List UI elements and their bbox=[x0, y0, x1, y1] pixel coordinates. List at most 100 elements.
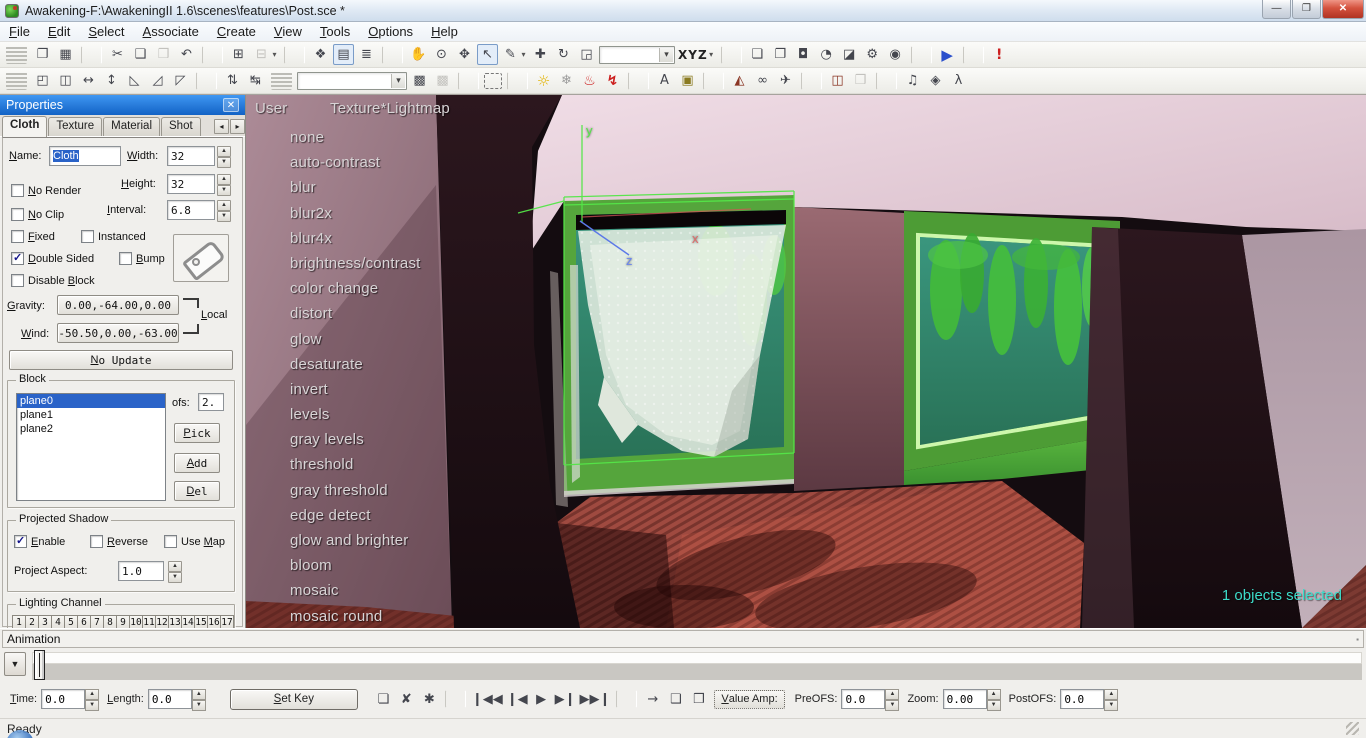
rotate-icon[interactable]: ↻ bbox=[553, 44, 574, 65]
filter-item[interactable]: glow and brighter bbox=[290, 528, 421, 553]
select-icon[interactable]: ↖ bbox=[477, 44, 498, 65]
no-render-checkbox[interactable]: No Render bbox=[11, 184, 81, 197]
timeline-thumb[interactable] bbox=[34, 650, 45, 680]
fire-icon[interactable]: ♨ bbox=[579, 70, 600, 91]
copy-key-icon[interactable]: ❑ bbox=[665, 689, 686, 710]
go-last-icon[interactable]: ▶▶❙ bbox=[578, 689, 611, 710]
preofs-input[interactable] bbox=[841, 689, 885, 709]
resize-grip[interactable] bbox=[1346, 722, 1359, 735]
disable-block-checkbox[interactable]: Disable Block bbox=[11, 274, 95, 287]
filter-item[interactable]: blur2x bbox=[290, 201, 421, 226]
link-nodes-icon[interactable]: ❖ bbox=[310, 44, 331, 65]
tile-icon[interactable]: ◈ bbox=[925, 70, 946, 91]
orbit-icon[interactable]: ✥ bbox=[454, 44, 475, 65]
block-list-item[interactable]: plane2 bbox=[17, 422, 165, 436]
postofs-spinner[interactable]: ▲▼ bbox=[1104, 689, 1118, 709]
axis-mode-label[interactable]: XYZ bbox=[677, 44, 709, 65]
height-spinner[interactable]: ▲▼ bbox=[217, 174, 231, 194]
block-list-item[interactable]: plane1 bbox=[17, 408, 165, 422]
pan-icon[interactable]: ✋ bbox=[408, 44, 429, 65]
instanced-checkbox[interactable]: Instanced bbox=[81, 230, 146, 243]
filter-item[interactable]: color change bbox=[290, 276, 421, 301]
new-key-icon[interactable]: ❏ bbox=[373, 689, 394, 710]
postofs-input[interactable] bbox=[1060, 689, 1104, 709]
no-update-button[interactable]: No Update bbox=[9, 350, 233, 370]
filter-item[interactable]: brightness/contrast bbox=[290, 251, 421, 276]
fixed-checkbox[interactable]: Fixed bbox=[11, 230, 55, 243]
filter-item[interactable]: mosaic round bbox=[290, 604, 421, 628]
filter-item[interactable]: desaturate bbox=[290, 352, 421, 377]
menu-create[interactable]: Create bbox=[208, 22, 265, 41]
goto-icon[interactable]: → bbox=[642, 689, 663, 710]
marquee-icon[interactable]: ▢ bbox=[484, 73, 502, 89]
corner-br-icon[interactable]: ◿ bbox=[147, 70, 168, 91]
menu-select[interactable]: Select bbox=[79, 22, 133, 41]
panel-close-icon[interactable]: ✕ bbox=[223, 98, 239, 112]
axis-caret-icon[interactable]: ▾ bbox=[707, 44, 716, 65]
set-key-button[interactable]: Set Key bbox=[230, 689, 358, 710]
track-dropdown-button[interactable]: ▼ bbox=[4, 652, 26, 676]
block-list[interactable]: plane0plane1plane2 bbox=[16, 393, 166, 501]
filter-item[interactable]: gray threshold bbox=[290, 478, 421, 503]
draw-icon[interactable]: ✎ bbox=[500, 44, 521, 65]
alert-icon[interactable]: ! bbox=[989, 44, 1010, 65]
image-icon[interactable]: ▣ bbox=[677, 70, 698, 91]
image-gray-icon[interactable]: ▩ bbox=[432, 70, 453, 91]
viewport-3d[interactable]: User Texture*Lightmap noneauto-contrastb… bbox=[246, 95, 1366, 628]
spark-icon[interactable]: ↯ bbox=[602, 70, 623, 91]
close-button[interactable]: ✕ bbox=[1322, 0, 1364, 19]
pick-button[interactable]: Pick bbox=[174, 423, 220, 443]
overlay-header-mode[interactable]: Texture*Lightmap bbox=[330, 100, 450, 117]
menu-help[interactable]: Help bbox=[422, 22, 467, 41]
tab-texture[interactable]: Texture bbox=[48, 117, 102, 136]
axis-swap-icon[interactable]: ↹ bbox=[245, 70, 266, 91]
menu-view[interactable]: View bbox=[265, 22, 311, 41]
filter-item[interactable]: gray levels bbox=[290, 427, 421, 452]
time-input[interactable] bbox=[41, 689, 85, 709]
undo-icon[interactable]: ↶ bbox=[176, 44, 197, 65]
export-caret-icon[interactable]: ▾ bbox=[270, 44, 279, 65]
zoom-input[interactable] bbox=[943, 689, 987, 709]
go-first-icon[interactable]: ❙◀◀ bbox=[471, 689, 504, 710]
tab-scroll-left-icon[interactable]: ◂ bbox=[214, 119, 229, 134]
import-icon[interactable]: ⊞ bbox=[228, 44, 249, 65]
cut-icon[interactable]: ✂ bbox=[107, 44, 128, 65]
play-anim-icon[interactable]: ▶ bbox=[531, 689, 552, 710]
wind-value-button[interactable]: -50.50,0.00,-63.00 bbox=[57, 323, 179, 343]
panel-pin-icon[interactable]: ▪ bbox=[1356, 635, 1359, 644]
interval-input[interactable] bbox=[167, 200, 215, 220]
record-icon[interactable]: ◪ bbox=[839, 44, 860, 65]
tab-shot[interactable]: Shot bbox=[161, 117, 201, 136]
move-icon[interactable]: ✚ bbox=[530, 44, 551, 65]
refresh-keys-icon[interactable]: ✱ bbox=[419, 689, 440, 710]
filter-item[interactable]: auto-contrast bbox=[290, 150, 421, 175]
draw-caret-icon[interactable]: ▾ bbox=[519, 44, 528, 65]
add-button[interactable]: Add bbox=[174, 453, 220, 473]
open-icon[interactable]: ❐ bbox=[32, 44, 53, 65]
prev-frame-icon[interactable]: ❙◀ bbox=[506, 689, 529, 710]
render-gear-icon[interactable]: ◉ bbox=[885, 44, 906, 65]
overlay-header-user[interactable]: User bbox=[255, 100, 287, 117]
value-amp-button[interactable]: Value Amp: bbox=[714, 690, 784, 709]
reverse-checkbox[interactable]: Reverse bbox=[90, 535, 148, 548]
object-list-icon[interactable]: ≣ bbox=[356, 44, 377, 65]
del-button[interactable]: Del bbox=[174, 481, 220, 501]
width-spinner[interactable]: ▲▼ bbox=[217, 146, 231, 166]
filter-item[interactable]: distort bbox=[290, 301, 421, 326]
rotate-snap-icon[interactable]: ◔ bbox=[816, 44, 837, 65]
delete-key-icon[interactable]: ✘ bbox=[396, 689, 417, 710]
ofs-input[interactable] bbox=[198, 393, 224, 411]
font-icon[interactable]: A bbox=[654, 70, 675, 91]
tab-scroll-right-icon[interactable]: ▸ bbox=[230, 119, 245, 134]
zoom-spinner[interactable]: ▲▼ bbox=[987, 689, 1001, 709]
prefab-icon[interactable]: ❒ bbox=[850, 70, 871, 91]
texture-combobox[interactable] bbox=[297, 72, 407, 90]
filter-item[interactable]: blur bbox=[290, 175, 421, 200]
filter-item[interactable]: none bbox=[290, 125, 421, 150]
filter-item[interactable]: levels bbox=[290, 402, 421, 427]
corner-bl-icon[interactable]: ◺ bbox=[124, 70, 145, 91]
menu-tools[interactable]: Tools bbox=[311, 22, 359, 41]
terrain-icon[interactable]: ◭ bbox=[729, 70, 750, 91]
project-aspect-input[interactable] bbox=[118, 561, 164, 581]
length-input[interactable] bbox=[148, 689, 192, 709]
